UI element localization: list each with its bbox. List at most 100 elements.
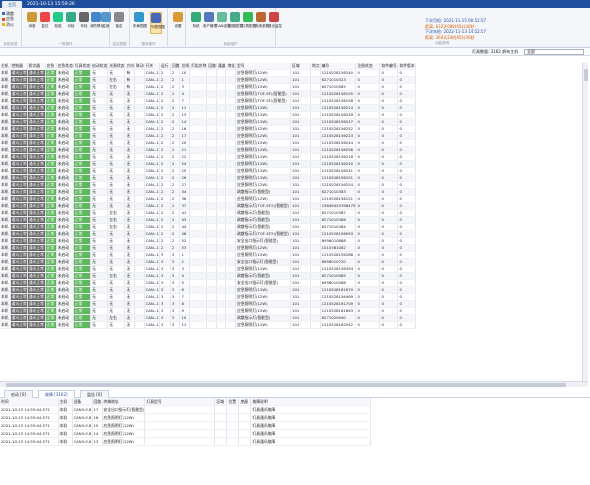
table-row[interactable]: 本机 通讯正常 通讯正常 正常 未启动 正常无无无 CAN--1 2 2 21 应急照明灯(12W)…: [0, 146, 417, 154]
fault-row[interactable]: 2021-10-13 14:53:04.571 本机 CAN3-0.8 15 应急照明灯…: [0, 421, 372, 430]
table-row[interactable]: 本机 通讯正常 通讯正常 正常 未启动 正常无无无 CAN--1 2 2 26 应急照明灯(12W)…: [0, 174, 417, 182]
table-row[interactable]: 本机 通讯正常 通讯正常 正常 未启动 正常无无无 CAN--1 2 2 17 应急照明灯(12W)…: [0, 132, 417, 140]
table-row[interactable]: 本机 通讯正常 通讯正常 正常 未启动 正常无无无 CAN--1 3 3 8 应急照明灯(12W) 1…: [0, 300, 417, 308]
table-row[interactable]: 本机 通讯正常 通讯正常 正常 未启动 正常无无无 CAN--1 2 2 36 应急照明灯(12W)…: [0, 195, 417, 203]
fault-column-header[interactable]: 终端地址: [102, 398, 146, 406]
fault-column-header[interactable]: 灯具型号: [144, 398, 216, 406]
fault-row[interactable]: 2021-10-13 14:53:04.571 本机 CAN3-0.8 13 应急照明灯…: [0, 437, 372, 446]
scroll-thumb[interactable]: [584, 69, 588, 81]
ribbon-button-13[interactable]: CAN设置: [216, 12, 230, 34]
ribbon-button-14[interactable]: 回路配置: [229, 12, 243, 34]
table-row[interactable]: 本机 通讯正常 通讯正常 正常 未启动 正常无无无 CAN--1 2 2 16 应急照明灯(12W)…: [0, 125, 417, 133]
tab-alarm[interactable]: 监告 [0]: [80, 390, 109, 398]
table-row[interactable]: 本机 通讯正常 通讯正常 正常 未启动 正常无左右无 CAN--1 2 2 43 疏散指示灯(智能型…: [0, 216, 417, 224]
column-header[interactable]: 启动状态: [90, 63, 109, 70]
column-header[interactable]: 联动: [134, 63, 145, 70]
ribbon-button-12[interactable]: 用户管理: [203, 12, 217, 34]
table-cell: 本机: [0, 76, 11, 84]
fault-column-header[interactable]: 设备: [72, 398, 93, 406]
table-row[interactable]: 本机 通讯正常 通讯正常 正常 未启动 正常无无无 CAN--1 3 3 9 应急照明灯(12W) 1…: [0, 307, 417, 315]
table-cell: [206, 69, 217, 77]
table-row[interactable]: 本机 通讯正常 通讯正常 正常 未启动 正常无左右有 CAN--1 2 2 1 应急照明灯(12W)…: [0, 76, 417, 84]
column-header[interactable]: 回路: [170, 63, 181, 70]
fault-cell: 2021-10-13 14:53:04.571: [0, 437, 59, 446]
column-header[interactable]: 主机: [0, 63, 11, 70]
table-row[interactable]: 本机 通讯正常 通讯正常 正常 未启动 正常无无无 CAN--1 2 2 25 应急照明灯(12W)…: [0, 167, 417, 175]
table-row[interactable]: 本机 通讯正常 通讯正常 正常 未启动 正常无左右无 CAN--1 3 3 10 疏散指示灯(智能型…: [0, 314, 417, 322]
filter-dropdown[interactable]: 全部: [524, 49, 584, 55]
column-header[interactable]: 地点: [310, 63, 321, 70]
ribbon-button-6[interactable]: 注册: [100, 12, 112, 34]
table-row[interactable]: 本机 通讯正常 通讯正常 正常 未启动 正常无无无 CAN--1 3 3 5 安全出口指示灯(智能型…: [0, 279, 417, 287]
column-header[interactable]: 地址: [225, 63, 237, 70]
ribbon-button-7[interactable]: 锁定: [113, 12, 125, 34]
tab-fault[interactable]: 故障 [3162]: [38, 390, 75, 398]
fault-column-header[interactable]: 位置: [226, 398, 240, 406]
table-row[interactable]: 本机 通讯正常 通讯正常 正常 未启动 正常无无无 CAN--1 2 2 34 疏散指示灯(智能型)…: [0, 188, 417, 196]
table-row[interactable]: 本机 通讯正常 通讯正常 正常 未启动 正常无无无 CAN--1 2 2 22 应急照明灯(12W)…: [0, 153, 417, 161]
ribbon-button-8[interactable]: 布局视图: [133, 12, 147, 34]
ribbon-button-4[interactable]: 年检: [78, 12, 90, 34]
fault-row[interactable]: 2021-10-13 14:53:04.572 本机 CAN3-0.8 17 安全出口指…: [0, 405, 372, 414]
table-row[interactable]: 本机 通讯正常 通讯正常 正常 未启动 正常无无无 CAN--1 3 3 11 应急照明灯(12W)…: [0, 321, 417, 329]
ribbon-button-11[interactable]: 系统: [190, 12, 202, 34]
column-header[interactable]: 光源状态: [107, 63, 126, 70]
column-header[interactable]: 软件编号: [379, 63, 399, 70]
table-row[interactable]: 本机 通讯正常 通讯正常 正常 未启动 正常无无无 CAN--1 2 2 20 应急照明灯(12W)…: [0, 139, 417, 147]
horizontal-scrollbar[interactable]: [0, 381, 588, 387]
scroll-thumb[interactable]: [6, 383, 566, 387]
fault-column-header[interactable]: 房屋: [238, 398, 252, 406]
column-header[interactable]: 灯组名称: [189, 63, 208, 70]
ribbon-button-9[interactable]: 列表视图: [150, 12, 165, 34]
table-row[interactable]: 本机 通讯正常 通讯正常 正常 未启动 正常无无无 CAN--1 2 2 37 疏散指示灯(TOF-…: [0, 202, 417, 210]
column-header[interactable]: 通道: [216, 63, 227, 70]
fault-column-header[interactable]: 回路: [92, 398, 103, 406]
fault-column-header[interactable]: 时间: [0, 398, 59, 406]
table-row[interactable]: 本机 通讯正常 通讯正常 正常 未启动 正常无无无 CAN--1 2 2 24 应急照明灯(12W)…: [0, 160, 417, 168]
ribbon-button-3[interactable]: 月检: [65, 12, 77, 34]
ribbon-button-0[interactable]: 消音: [26, 12, 38, 34]
table-row[interactable]: 本机 通讯正常 通讯正常 正常 未启动 正常无无无 CAN--1 2 2 53 应急照明灯(12W)…: [0, 244, 417, 252]
ribbon-button-15[interactable]: 灯具配置: [242, 12, 256, 34]
column-header[interactable]: 灯具状态: [73, 63, 92, 70]
table-row[interactable]: 本机 通讯正常 通讯正常 正常 未启动 正常无无无 CAN--1 3 3 2 安全出口指示灯(智能型…: [0, 258, 417, 266]
ribbon-button-16[interactable]: 系统参数: [255, 12, 269, 34]
table-row[interactable]: 本机 通讯正常 通讯正常 正常 未启动 正常无无无 CAN--1 2 2 11 应急照明灯(12W)…: [0, 104, 417, 112]
table-row[interactable]: 本机 通讯正常 通讯正常 正常 未启动 正常无无无 CAN--1 2 2 7 应急照明灯(TOF-S…: [0, 97, 417, 105]
table-row[interactable]: 本机 通讯正常 通讯正常 正常 未启动 正常无无无 CAN--1 2 2 14 应急照明灯(12W)…: [0, 118, 417, 126]
table-row[interactable]: 本机 通讯正常 通讯正常 正常 未启动 正常无左右无 CAN--1 3 3 4 疏散指示灯(智能型)…: [0, 272, 417, 280]
column-header[interactable]: 回路: [206, 63, 217, 70]
column-header[interactable]: 总线: [179, 63, 191, 70]
ribbon-button-17[interactable]: 退出监控: [268, 12, 282, 34]
table-row[interactable]: 本机 通讯正常 通讯正常 正常 未启动 正常无无无 CAN--1 2 2 4 应急照明灯(TOF-S…: [0, 90, 417, 98]
table-row[interactable]: 本机 通讯正常 通讯正常 正常 未启动 正常无无无 CAN--1 3 3 3 应急照明灯(12W) 1…: [0, 265, 417, 273]
fault-column-header[interactable]: 主机: [58, 398, 73, 406]
table-row[interactable]: 本机 通讯正常 通讯正常 正常 未启动 正常无无无 CAN--1 2 2 27 应急照明灯(12W)…: [0, 181, 417, 189]
table-cell: 101: [290, 314, 312, 322]
table-cell: [225, 251, 237, 259]
fault-column-header[interactable]: 区域: [214, 398, 228, 406]
table-row[interactable]: 本机 通讯正常 通讯正常 正常 未启动 正常无无无 CAN--1 3 3 1 应急照明灯(12W) 1…: [0, 251, 417, 259]
ribbon-button-10[interactable]: 设置: [172, 12, 184, 34]
column-header[interactable]: 应急状态: [56, 63, 74, 70]
fault-row[interactable]: 2021-10-13 14:53:04.571 本机 CAN3-0.8 14 应急照明灯…: [0, 429, 372, 438]
tab-home[interactable]: 主页: [2, 0, 22, 8]
fault-column-header[interactable]: 故障说明: [250, 398, 372, 406]
table-row[interactable]: 本机 通讯正常 通讯正常 正常 未启动 正常无无有 CAN--1 2 2 10 应急照明灯(12W)…: [0, 69, 417, 77]
tab-start[interactable]: 启动 [0]: [4, 390, 33, 398]
table-row[interactable]: 本机 通讯正常 通讯正常 正常 未启动 正常无左右有 CAN--1 2 2 3 应急照明灯(12W)…: [0, 83, 417, 91]
table-row[interactable]: 本机 通讯正常 通讯正常 正常 未启动 正常无无无 CAN--1 3 3 6 应急照明灯(12W) 1…: [0, 286, 417, 294]
ribbon-button-2[interactable]: 检验: [52, 12, 64, 34]
ribbon-button-1[interactable]: 复位: [39, 12, 51, 34]
column-header[interactable]: 方向: [124, 63, 136, 70]
table-row[interactable]: 本机 通讯正常 通讯正常 正常 未启动 正常无无无 CAN--1 2 2 52 安全出口指示灯(智能…: [0, 237, 417, 245]
vertical-scrollbar[interactable]: [582, 63, 588, 381]
table-row[interactable]: 本机 通讯正常 通讯正常 正常 未启动 正常无无无 CAN--1 2 2 48 疏散指示灯(TOF-…: [0, 230, 417, 238]
table-row[interactable]: 本机 通讯正常 通讯正常 正常 未启动 正常无左右无 CAN--1 2 2 44 疏散指示灯(智能型…: [0, 223, 417, 231]
table-row[interactable]: 本机 通讯正常 通讯正常 正常 未启动 正常无左右无 CAN--1 2 2 41 疏散指示灯(智能型…: [0, 209, 417, 217]
table-row[interactable]: 本机 通讯正常 通讯正常 正常 未启动 正常无无无 CAN--1 3 3 7 应急照明灯(12W) 1…: [0, 293, 417, 301]
fault-row[interactable]: 2021-10-13 14:53:04.572 本机 CAN3-0.8 16 应急照明灯…: [0, 413, 372, 422]
table-cell: [216, 139, 227, 147]
table-row[interactable]: 本机 通讯正常 通讯正常 正常 未启动 正常无无无 CAN--1 2 2 13 应急照明灯(12W)…: [0, 111, 417, 119]
column-header[interactable]: 软件版本: [397, 63, 417, 70]
